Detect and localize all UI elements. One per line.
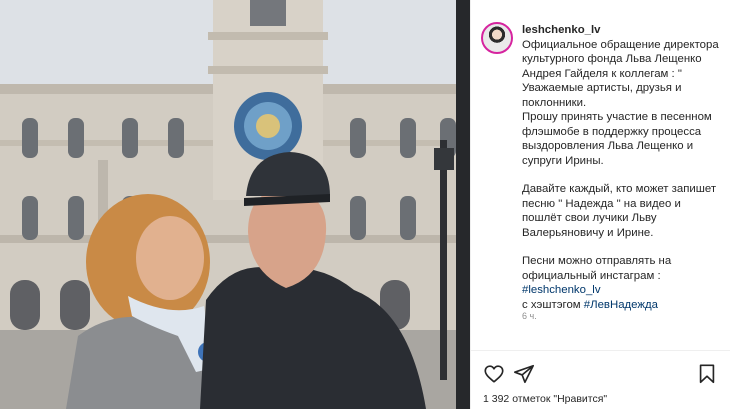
- heart-outline-icon: [484, 365, 504, 383]
- mention-link[interactable]: #leshchenko_lv: [522, 284, 601, 296]
- caption-line: Официальное обращение директора: [522, 38, 719, 51]
- photo-scene: [0, 0, 470, 409]
- caption-line: Песни можно отправлять на: [522, 255, 672, 267]
- post-actions: [483, 363, 718, 385]
- bookmark-icon: [699, 364, 715, 384]
- caption-text: leshchenko_lv Официальное обращение дире…: [522, 22, 722, 312]
- caption-line: официальный инстаграм :: [522, 269, 661, 282]
- divider: [471, 350, 730, 351]
- instagram-post: leshchenko_lv Официальное обращение дире…: [0, 0, 730, 409]
- caption-line: Уважаемые артисты, друзья и: [522, 82, 682, 94]
- caption-line: супруги Ирины.: [522, 154, 604, 167]
- caption-line: песню " Надежда " на видео и: [522, 197, 681, 210]
- caption-line: Валерьяновичу и Ирине.: [522, 226, 654, 239]
- hashtag-link[interactable]: #ЛевНадежда: [584, 299, 658, 311]
- hashtag-prefix: с хэштэгом: [522, 298, 584, 311]
- post-side-panel: leshchenko_lv Официальное обращение дире…: [470, 0, 730, 409]
- caption-line: флэшмобе в поддержку процесса: [522, 125, 702, 138]
- paper-plane-icon: [514, 364, 534, 384]
- save-button[interactable]: [696, 363, 718, 385]
- share-button[interactable]: [513, 363, 535, 385]
- caption-line: с хэштэгом #ЛевНадежда: [522, 298, 722, 313]
- caption-line: пошлёт свои лучики Льву: [522, 212, 657, 224]
- caption-line: поклонники.: [522, 96, 587, 109]
- caption-line: Андрея Гайделя к коллегам : ": [522, 67, 682, 80]
- caption-line: выздоровления Льва Лещенко и: [522, 140, 694, 152]
- username-link[interactable]: leshchenko_lv: [522, 23, 722, 38]
- caption-line: культурного фонда Льва Лещенко: [522, 53, 702, 65]
- likes-count[interactable]: 1 392 отметок "Нравится": [483, 393, 607, 405]
- avatar[interactable]: [481, 22, 513, 54]
- caption-line: #leshchenko_lv: [522, 283, 722, 298]
- like-button[interactable]: [483, 363, 505, 385]
- post-photo[interactable]: [0, 0, 470, 409]
- post-timestamp[interactable]: 6 ч.: [522, 311, 537, 321]
- caption-line: Прошу принять участие в песенном: [522, 111, 712, 123]
- caption-line: Давайте каждый, кто может запишет: [522, 183, 717, 195]
- post-caption-block: leshchenko_lv Официальное обращение дире…: [481, 22, 722, 312]
